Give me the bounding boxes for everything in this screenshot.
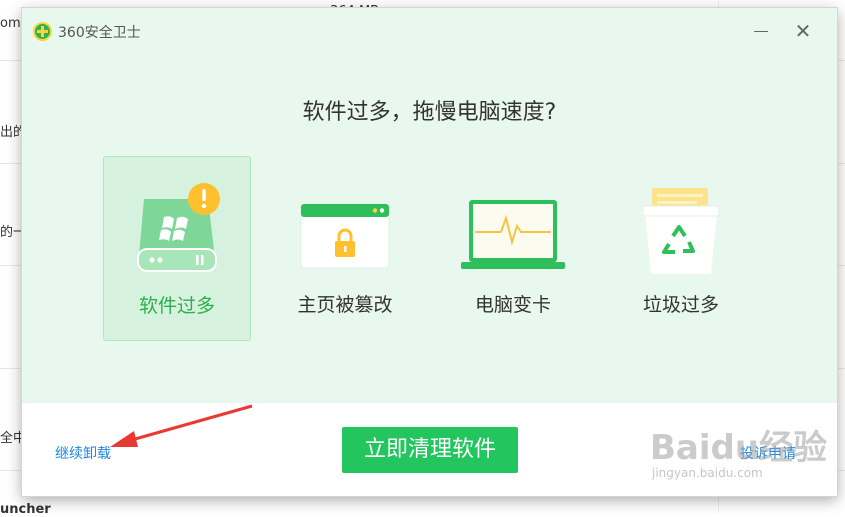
option-too-much-junk[interactable]: 垃圾过多 xyxy=(607,156,755,341)
complaint-link[interactable]: 投诉申请 xyxy=(740,443,796,463)
minimize-icon xyxy=(754,31,768,32)
software-drive-icon xyxy=(137,183,220,272)
dialog-footer: 继续卸载 立即清理软件 投诉申请 xyxy=(22,403,837,496)
recycle-bin-icon xyxy=(642,188,720,274)
title-bar[interactable]: 360安全卫士 ✕ xyxy=(22,8,837,52)
option-homepage-tampered[interactable]: 主页被篡改 xyxy=(271,156,419,341)
minimize-button[interactable] xyxy=(748,18,774,44)
continue-uninstall-link[interactable]: 继续卸载 xyxy=(55,443,111,463)
option-computer-lag[interactable]: 电脑变卡 xyxy=(439,156,587,341)
dialog-question: 软件过多，拖慢电脑速度? xyxy=(302,100,557,125)
360-logo-icon xyxy=(33,22,52,41)
clean-software-button[interactable]: 立即清理软件 xyxy=(342,427,518,473)
laptop-pulse-icon xyxy=(461,200,565,269)
option-too-many-software[interactable]: 软件过多 xyxy=(103,156,251,341)
app-title: 360安全卫士 xyxy=(58,25,141,41)
close-icon: ✕ xyxy=(794,19,812,43)
option-label: 主页被篡改 xyxy=(297,294,393,316)
option-label: 电脑变卡 xyxy=(474,294,551,316)
option-label: 垃圾过多 xyxy=(642,294,719,316)
close-button[interactable]: ✕ xyxy=(790,18,816,44)
option-label: 软件过多 xyxy=(138,295,215,317)
bg-text: uncher xyxy=(0,502,51,517)
homepage-lock-icon xyxy=(300,203,390,269)
cleanup-dialog: 360安全卫士 ✕ 软件过多，拖慢电脑速度? 软件过多 主页被篡改 电脑变卡 垃… xyxy=(22,8,837,496)
